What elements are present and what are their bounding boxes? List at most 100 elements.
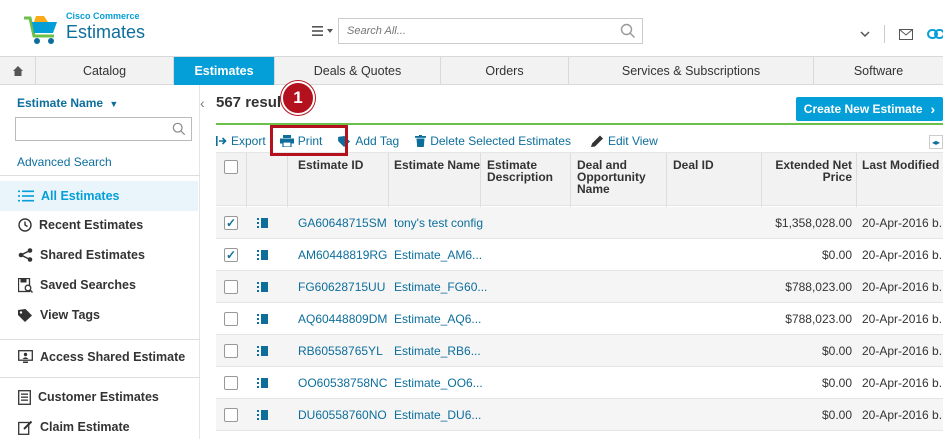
collapse-sidebar-icon[interactable]: ‹ [200, 95, 205, 111]
hamburger-icon [312, 26, 333, 36]
col-deal-id[interactable]: Deal ID [673, 159, 714, 171]
cart-logo-icon [24, 16, 57, 44]
mail-icon[interactable] [899, 28, 913, 40]
step-callout-badge: 1 [281, 81, 315, 115]
tab-services-subscriptions[interactable]: Services & Subscriptions [569, 57, 814, 85]
sidebar-item-label: Saved Searches [40, 278, 136, 292]
divider [246, 153, 247, 207]
divider [884, 25, 885, 43]
export-button[interactable]: Export [216, 134, 266, 148]
document-list-icon [18, 389, 31, 405]
list-icon [18, 190, 34, 202]
delete-selected-button[interactable]: Delete Selected Estimates [415, 134, 571, 148]
estimate-id-link[interactable]: FG60628715UU [298, 280, 385, 294]
table-row[interactable]: DU60558760NO Estimate_DU6... $0.00 20-Ap… [216, 399, 943, 431]
row-checkbox[interactable] [224, 344, 238, 358]
sidebar-item-all-estimates[interactable]: All Estimates [0, 181, 198, 211]
link-icon[interactable] [927, 29, 943, 39]
tab-estimates[interactable]: Estimates [174, 57, 275, 85]
row-checkbox[interactable] [224, 312, 238, 326]
table-row[interactable]: RB60558765YL Estimate_RB6... $0.00 20-Ap… [216, 335, 943, 367]
estimate-doc-icon[interactable] [257, 250, 268, 260]
row-checkbox[interactable] [224, 376, 238, 390]
search-icon[interactable] [620, 23, 636, 39]
table-row[interactable]: ✓ GA60648715SM tony's test config $1,358… [216, 207, 943, 239]
sidebar-item-claim-estimate[interactable]: Claim Estimate [14, 412, 200, 439]
estimate-doc-icon[interactable] [257, 282, 268, 292]
search-input[interactable] [339, 19, 609, 43]
sidebar-item-access-shared-estimate[interactable]: Access Shared Estimate [14, 342, 200, 372]
estimate-id-link[interactable]: AQ60448809DM [298, 312, 387, 326]
create-new-estimate-button[interactable]: Create New Estimate › [796, 97, 943, 121]
export-icon [216, 136, 227, 146]
estimate-doc-icon[interactable] [257, 218, 268, 228]
divider [856, 153, 857, 207]
col-estimate-name[interactable]: Estimate Name [394, 159, 480, 171]
chevron-down-icon[interactable] [860, 30, 870, 38]
table-row[interactable]: FG60628715UU Estimate_FG60... $788,023.0… [216, 271, 943, 303]
filter-dropdown[interactable]: Estimate Name ▼ [17, 96, 118, 110]
estimate-name-link[interactable]: Estimate_AM6... [394, 248, 482, 262]
col-estimate-id[interactable]: Estimate ID [298, 159, 363, 171]
global-search[interactable] [338, 18, 643, 44]
sidebar-item-customer-estimates[interactable]: Customer Estimates [14, 382, 200, 412]
estimate-name-link[interactable]: Estimate_AQ6... [394, 312, 481, 326]
advanced-search-link[interactable]: Advanced Search [17, 155, 112, 169]
table-row[interactable]: OO60538758NC Estimate_OO6... $0.00 20-Ap… [216, 367, 943, 399]
sidebar-item-shared-estimates[interactable]: Shared Estimates [14, 240, 200, 270]
estimate-name-link[interactable]: tony's test config [394, 216, 483, 230]
chevron-right-icon: › [930, 101, 936, 117]
expand-columns-icon[interactable]: ◂▸ [929, 135, 943, 149]
col-last-modified[interactable]: Last Modified [862, 159, 939, 171]
divider [0, 377, 200, 378]
divider [388, 153, 389, 207]
estimate-id-link[interactable]: AM60448819RG [298, 248, 387, 262]
col-estimate-description[interactable]: Estimate Description [487, 159, 553, 183]
col-desc-line2: Description [487, 170, 554, 184]
table-header: Estimate ID Estimate Name Estimate Descr… [216, 152, 943, 207]
extended-net-price: $1,358,028.00 [775, 216, 852, 230]
estimate-doc-icon[interactable] [257, 378, 268, 388]
last-modified: 20-Apr-2016 b... [862, 248, 943, 262]
row-checkbox[interactable] [224, 280, 238, 294]
tab-orders[interactable]: Orders [441, 57, 569, 85]
estimate-id-link[interactable]: RB60558765YL [298, 344, 383, 358]
sidebar-item-view-tags[interactable]: View Tags [14, 300, 200, 330]
tab-catalog[interactable]: Catalog [36, 57, 174, 85]
app-header: Cisco Commerce Estimates [0, 0, 943, 57]
home-button[interactable] [0, 57, 36, 85]
col-extended-net-price[interactable]: Extended Net Price [768, 159, 852, 183]
col-deal-line3: Name [577, 182, 610, 196]
estimate-id-link[interactable]: OO60538758NC [298, 376, 387, 390]
row-checkbox[interactable] [224, 408, 238, 422]
edit-view-button[interactable]: Edit View [590, 134, 658, 148]
estimate-id-link[interactable]: GA60648715SM [298, 216, 387, 230]
row-checkbox[interactable]: ✓ [224, 216, 238, 230]
row-checkbox[interactable]: ✓ [224, 248, 238, 262]
select-all-checkbox[interactable] [224, 160, 238, 174]
claim-icon [18, 420, 33, 435]
last-modified: 20-Apr-2016 b... [862, 280, 943, 294]
estimate-doc-icon[interactable] [257, 314, 268, 324]
menu-dropdown-button[interactable] [310, 21, 336, 41]
sidebar-item-label: All Estimates [41, 189, 120, 203]
estimate-name-link[interactable]: Estimate_FG60... [394, 280, 487, 294]
brand-subtitle: Cisco Commerce [66, 11, 140, 21]
estimate-name-link[interactable]: Estimate_OO6... [394, 376, 483, 390]
estimate-id-link[interactable]: DU60558760NO [298, 408, 387, 422]
sidebar-item-recent-estimates[interactable]: Recent Estimates [14, 210, 200, 240]
delete-label: Delete Selected Estimates [430, 134, 571, 148]
estimate-doc-icon[interactable] [257, 410, 268, 420]
divider [480, 153, 481, 207]
filter-input[interactable] [15, 117, 192, 141]
sidebar-item-saved-searches[interactable]: Saved Searches [14, 270, 200, 300]
table-row[interactable]: ✓ AM60448819RG Estimate_AM6... $0.00 20-… [216, 239, 943, 271]
table-row[interactable]: AQ60448809DM Estimate_AQ6... $788,023.00… [216, 303, 943, 335]
estimate-name-link[interactable]: Estimate_DU6... [394, 408, 481, 422]
col-deal-opportunity-name[interactable]: Deal and Opportunity Name [577, 159, 646, 195]
estimate-name-link[interactable]: Estimate_RB6... [394, 344, 481, 358]
tab-software[interactable]: Software [814, 57, 943, 85]
search-icon[interactable] [172, 122, 186, 136]
estimate-doc-icon[interactable] [257, 346, 268, 356]
sidebar: Estimate Name ▼ Advanced Search All Esti… [0, 85, 200, 439]
